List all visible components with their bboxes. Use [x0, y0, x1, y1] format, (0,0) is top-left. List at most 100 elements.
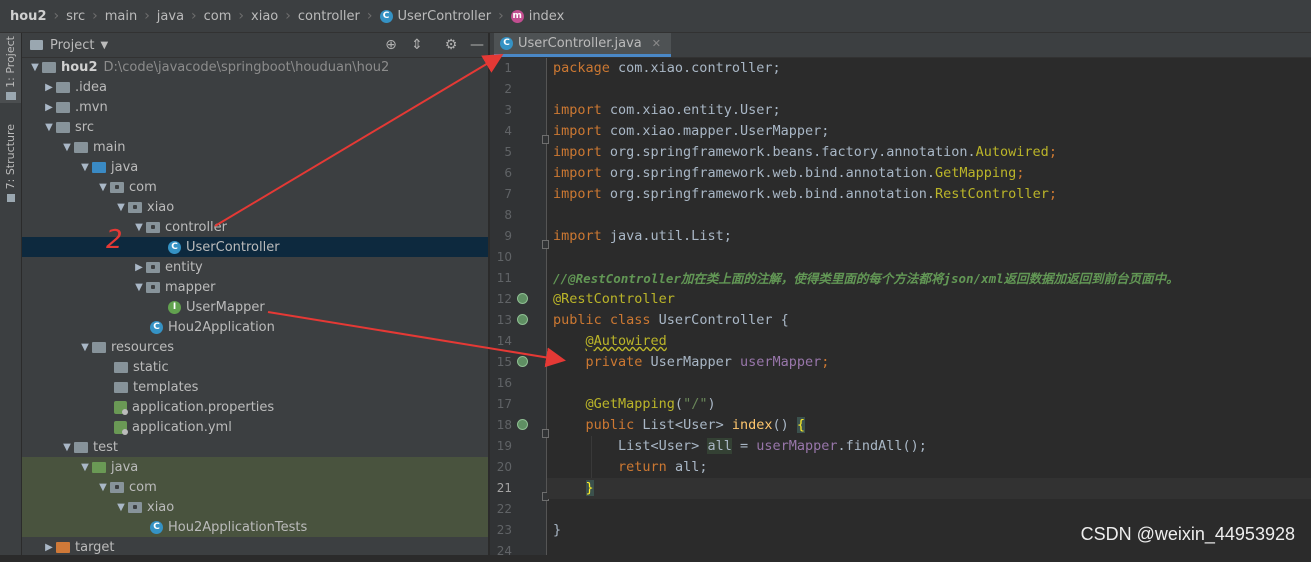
- tree-item-java[interactable]: ▼ java: [22, 157, 488, 177]
- breadcrumb-item-method[interactable]: m index: [510, 8, 565, 24]
- expand-arrow-icon[interactable]: ▼: [96, 182, 110, 193]
- breadcrumb-item-xiao[interactable]: xiao: [251, 9, 278, 24]
- breadcrumb-method-label: index: [528, 8, 565, 24]
- line-number: 9: [504, 229, 512, 243]
- tree-item-static[interactable]: static: [22, 357, 488, 377]
- folder-icon: [56, 121, 70, 133]
- package-icon: [146, 281, 160, 293]
- breadcrumb-item-src[interactable]: src: [66, 9, 85, 24]
- code-line: @GetMapping("/"): [585, 396, 716, 412]
- chevron-right-icon: ›: [285, 8, 291, 24]
- folder-icon: [74, 441, 88, 453]
- project-tool-tab-label: 1: Project: [4, 36, 17, 88]
- tree-item-label: entity: [165, 259, 203, 275]
- project-tool-tab[interactable]: 1: Project: [0, 33, 21, 103]
- breadcrumb-item-main[interactable]: main: [105, 9, 137, 24]
- expand-arrow-icon[interactable]: ▼: [78, 162, 92, 173]
- gear-icon[interactable]: ⚙: [442, 36, 460, 54]
- structure-icon: [6, 193, 15, 202]
- tree-item-usermapper[interactable]: I UserMapper: [22, 297, 488, 317]
- expand-arrow-icon[interactable]: ▼: [132, 282, 146, 293]
- autowire-navigate-gutter-icon[interactable]: [517, 356, 528, 367]
- breadcrumb-item-class[interactable]: C UserController: [379, 9, 491, 24]
- tree-item-hou2application[interactable]: C Hou2Application: [22, 317, 488, 337]
- expand-arrow-icon[interactable]: ▼: [78, 342, 92, 353]
- expand-arrow-icon[interactable]: ▼: [60, 442, 74, 453]
- tree-item-controller[interactable]: ▼ controller: [22, 217, 488, 237]
- code-line: import com.xiao.mapper.UserMapper;: [553, 123, 830, 139]
- editor-tab-usercontroller[interactable]: C UserController.java ✕: [494, 33, 671, 57]
- tree-item-usercontroller[interactable]: C UserController: [22, 237, 488, 257]
- minimize-icon[interactable]: —: [468, 36, 486, 54]
- code-editor: C UserController.java ✕ 1 2 3 4 5 6 7 8 …: [490, 33, 1311, 558]
- chevron-right-icon: ›: [498, 8, 504, 24]
- expand-arrow-icon[interactable]: ▼: [42, 122, 56, 133]
- breadcrumb-item-java[interactable]: java: [157, 9, 184, 24]
- collapsed-arrow-icon[interactable]: ▶: [132, 262, 146, 273]
- collapsed-arrow-icon[interactable]: ▶: [42, 102, 56, 113]
- package-icon: [128, 501, 142, 513]
- code-line: @Autowired: [585, 333, 667, 349]
- line-number: 16: [496, 376, 512, 390]
- chevron-right-icon: ›: [144, 8, 150, 24]
- tree-item-hou2applicationtests[interactable]: C Hou2ApplicationTests: [22, 517, 488, 537]
- expand-arrow-icon[interactable]: ▼: [132, 222, 146, 233]
- expand-arrow-icon[interactable]: ▼: [114, 502, 128, 513]
- close-icon[interactable]: ✕: [652, 37, 661, 50]
- tree-item-project-root[interactable]: ▼ hou2 D:\code\javacode\springboot\houdu…: [22, 57, 488, 77]
- spring-bean-gutter-icon[interactable]: [517, 293, 528, 304]
- code-line: @RestController: [553, 291, 675, 307]
- collapse-all-icon[interactable]: ⇕: [408, 36, 426, 54]
- folder-icon: [30, 40, 43, 50]
- collapsed-arrow-icon[interactable]: ▶: [42, 82, 56, 93]
- tree-item-test-com[interactable]: ▼ com: [22, 477, 488, 497]
- tree-item-label: test: [93, 439, 118, 455]
- code-line: import org.springframework.web.bind.anno…: [553, 165, 1025, 181]
- spring-bean-gutter-icon[interactable]: [517, 314, 528, 325]
- tree-item-com[interactable]: ▼ com: [22, 177, 488, 197]
- structure-tool-tab[interactable]: 7: Structure: [0, 121, 21, 205]
- code-line: public List<User> index() {: [585, 417, 806, 433]
- tree-item-test[interactable]: ▼ test: [22, 437, 488, 457]
- chevron-right-icon: ›: [238, 8, 245, 24]
- tree-item-entity[interactable]: ▶ entity: [22, 257, 488, 277]
- code-text-area[interactable]: package com.xiao.controller; import com.…: [547, 58, 1311, 555]
- chevron-right-icon: ›: [366, 8, 373, 24]
- breadcrumb-item-project[interactable]: hou2: [10, 9, 47, 24]
- tree-item-templates[interactable]: templates: [22, 377, 488, 397]
- breadcrumb: hou2 › src › main › java › com › xiao › …: [0, 0, 1311, 33]
- request-mapping-gutter-icon[interactable]: [517, 419, 528, 430]
- project-view-selector[interactable]: Project ▼: [30, 38, 108, 53]
- tree-item-src[interactable]: ▼ src: [22, 117, 488, 137]
- locate-icon[interactable]: ⊕: [382, 36, 400, 54]
- tree-item-label: application.properties: [132, 399, 275, 415]
- tree-item-test-java[interactable]: ▼ java: [22, 457, 488, 477]
- tree-item-resources[interactable]: ▼ resources: [22, 337, 488, 357]
- tree-item-application-properties[interactable]: application.properties: [22, 397, 488, 417]
- tree-item-target[interactable]: ▶ target: [22, 537, 488, 555]
- tree-item-main[interactable]: ▼ main: [22, 137, 488, 157]
- tree-item-label: templates: [133, 379, 199, 395]
- expand-arrow-icon[interactable]: ▼: [96, 482, 110, 493]
- tree-item-mapper[interactable]: ▼ mapper: [22, 277, 488, 297]
- editor-tab-bar: C UserController.java ✕: [490, 33, 1311, 58]
- expand-arrow-icon[interactable]: ▼: [60, 142, 74, 153]
- test-source-folder-icon: [92, 461, 106, 473]
- expand-arrow-icon[interactable]: ▼: [28, 62, 42, 73]
- tree-item-label: .idea: [75, 79, 107, 95]
- tree-item-idea[interactable]: ▶ .idea: [22, 77, 488, 97]
- expand-arrow-icon[interactable]: ▼: [78, 462, 92, 473]
- tree-item-application-yml[interactable]: application.yml: [22, 417, 488, 437]
- code-line: }: [553, 522, 562, 538]
- tree-item-xiao[interactable]: ▼ xiao: [22, 197, 488, 217]
- package-icon: [110, 181, 124, 193]
- line-number: 7: [504, 187, 512, 201]
- tree-item-mvn[interactable]: ▶ .mvn: [22, 97, 488, 117]
- breadcrumb-item-controller[interactable]: controller: [298, 9, 360, 24]
- line-number: 24: [496, 544, 512, 558]
- tree-item-test-xiao[interactable]: ▼ xiao: [22, 497, 488, 517]
- expand-arrow-icon[interactable]: ▼: [114, 202, 128, 213]
- breadcrumb-item-com[interactable]: com: [204, 9, 232, 24]
- collapsed-arrow-icon[interactable]: ▶: [42, 542, 56, 553]
- spring-config-icon: [114, 420, 128, 435]
